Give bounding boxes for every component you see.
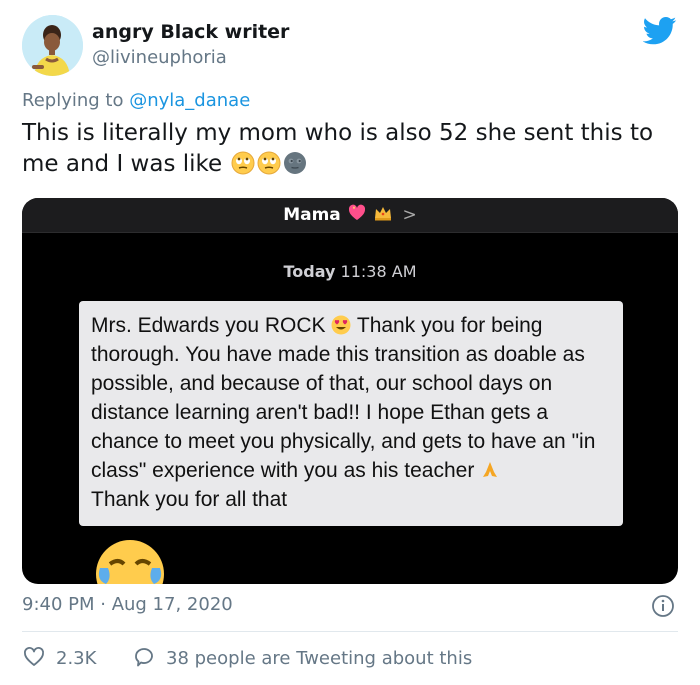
heart-eyes-icon	[331, 315, 351, 335]
folded-hands-icon	[483, 462, 498, 477]
reply-button[interactable]: 38 people are Tweeting about this	[132, 645, 472, 669]
author-handle[interactable]: @livineuphoria	[92, 47, 227, 68]
replying-prefix: Replying to	[22, 90, 124, 111]
comment-icon	[135, 648, 153, 667]
heart-icon	[24, 647, 44, 666]
tweet-timestamp[interactable]: 9:40 PM · Aug 17, 2020	[22, 594, 233, 615]
twitter-bird-icon[interactable]	[643, 17, 677, 45]
reply-mention-link[interactable]: @nyla_danae	[129, 90, 250, 111]
avatar[interactable]	[22, 15, 83, 76]
message-part2: Thank you for being thorough. You have m…	[91, 314, 596, 482]
author-name[interactable]: angry Black writer	[92, 21, 289, 43]
face-with-rolling-eyes-icon	[231, 151, 255, 175]
profile-illustration	[22, 15, 83, 76]
like-button[interactable]: 2.3K	[22, 645, 96, 669]
tweet-text: This is literally my mom who is also 52 …	[22, 118, 682, 180]
reply-count-text: 38 people are Tweeting about this	[166, 648, 473, 669]
info-icon[interactable]	[651, 594, 675, 618]
message-timestamp: Today 11:38 AM	[22, 262, 678, 281]
message-part3: Thank you for all that	[91, 488, 288, 511]
timestamp-day: Today	[283, 262, 336, 281]
message-part1: Mrs. Edwards you ROCK	[91, 314, 326, 337]
new-moon-face-icon	[284, 152, 307, 174]
sparkling-heart-icon	[348, 204, 365, 220]
face-with-tears-of-joy-icon	[96, 540, 164, 584]
face-with-rolling-eyes-icon	[257, 151, 281, 175]
crown-icon	[374, 207, 391, 221]
timestamp-time: 11:38 AM	[340, 262, 417, 281]
divider	[22, 631, 678, 632]
contact-name: Mama	[283, 205, 341, 225]
message-bubble: Mrs. Edwards you ROCK Thank you for bein…	[79, 301, 623, 526]
messages-header: Mama >	[22, 198, 678, 233]
tweet-body: This is literally my mom who is also 52 …	[22, 120, 654, 177]
like-count: 2.3K	[56, 648, 97, 669]
contact-header[interactable]: Mama >	[22, 203, 678, 225]
contact-chevron: >	[402, 205, 417, 225]
replying-to: Replying to @nyla_danae	[22, 90, 250, 111]
tweet-media-screenshot[interactable]: Mama > Today 11:38 AM Mrs. Edwards you R…	[22, 198, 678, 584]
